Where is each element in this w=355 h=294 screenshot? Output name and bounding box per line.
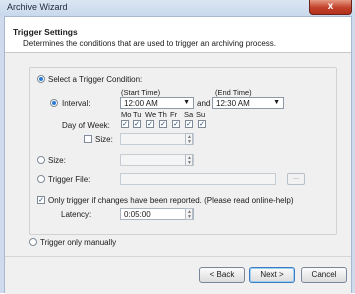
trigger-manually-radio[interactable] (29, 238, 37, 246)
day-label-th: Th (158, 110, 167, 119)
start-time-header: (Start Time) (121, 88, 161, 97)
window-frame-right (351, 16, 355, 293)
day-label-we: We (145, 110, 157, 119)
and-label: and (197, 99, 211, 108)
next-button[interactable]: Next > (249, 267, 295, 283)
start-time-dropdown[interactable]: 12:00 AM ▼ (120, 97, 194, 109)
day-checkbox-tu[interactable]: ✓ (133, 120, 141, 128)
cancel-button[interactable]: Cancel (301, 267, 347, 283)
chevron-down-icon: ▼ (273, 99, 280, 106)
page-subtitle: Determines the conditions that are used … (23, 39, 277, 48)
wizard-footer (5, 256, 351, 294)
chevron-down-icon: ▼ (183, 99, 190, 106)
trigger-manually-label: Trigger only manually (40, 238, 117, 247)
interval-size-spinner[interactable]: ▲ ▼ (185, 133, 193, 145)
day-label-fr: Fr (170, 110, 178, 119)
select-trigger-condition-radio[interactable] (37, 75, 45, 83)
spin-down-icon: ▼ (187, 214, 192, 220)
size-radio[interactable] (37, 156, 45, 164)
trigger-file-radio[interactable] (37, 175, 45, 183)
size-input[interactable] (120, 154, 194, 166)
latency-input[interactable]: 0:05:00 (120, 208, 194, 220)
browse-button[interactable]: ... (287, 173, 305, 185)
page-title: Trigger Settings (13, 27, 78, 37)
select-trigger-condition-label: Select a Trigger Condition: (48, 75, 143, 84)
latency-spinner[interactable]: ▲ ▼ (185, 208, 193, 220)
day-checkbox-sa[interactable]: ✓ (185, 120, 193, 128)
day-of-week-label: Day of Week: (62, 121, 110, 130)
day-checkbox-mo[interactable]: ✓ (121, 120, 129, 128)
end-time-value: 12:30 AM (216, 99, 250, 108)
back-button[interactable]: < Back (199, 267, 245, 283)
interval-size-label: Size: (95, 135, 113, 144)
end-time-header: (End Time) (215, 88, 252, 97)
size-label: Size: (48, 156, 66, 165)
interval-size-input[interactable] (120, 133, 194, 145)
start-time-value: 12:00 AM (124, 99, 158, 108)
spin-down-icon: ▼ (187, 139, 192, 145)
latency-value: 0:05:00 (124, 210, 151, 219)
trigger-file-input[interactable] (120, 173, 276, 185)
end-time-dropdown[interactable]: 12:30 AM ▼ (212, 97, 284, 109)
day-label-su: Su (196, 110, 206, 119)
window-title: Archive Wizard (7, 2, 68, 12)
day-checkbox-fr[interactable]: ✓ (172, 120, 180, 128)
close-button[interactable]: x (309, 0, 352, 15)
day-checkbox-th[interactable]: ✓ (159, 120, 167, 128)
day-checkbox-we[interactable]: ✓ (146, 120, 154, 128)
only-trigger-label: Only trigger if changes have been report… (48, 196, 294, 205)
trigger-file-label: Trigger File: (48, 175, 91, 184)
day-checkbox-su[interactable]: ✓ (198, 120, 206, 128)
spin-down-icon: ▼ (187, 160, 192, 166)
interval-label: Interval: (62, 99, 91, 108)
interval-radio[interactable] (50, 99, 58, 107)
day-label-sa: Sa (184, 110, 194, 119)
size-spinner[interactable]: ▲ ▼ (185, 154, 193, 166)
day-label-tu: Tu (133, 110, 142, 119)
latency-label: Latency: (61, 210, 92, 219)
day-label-mo: Mo (121, 110, 132, 119)
only-trigger-checkbox[interactable]: ✓ (37, 196, 45, 204)
interval-size-checkbox[interactable] (84, 135, 92, 143)
